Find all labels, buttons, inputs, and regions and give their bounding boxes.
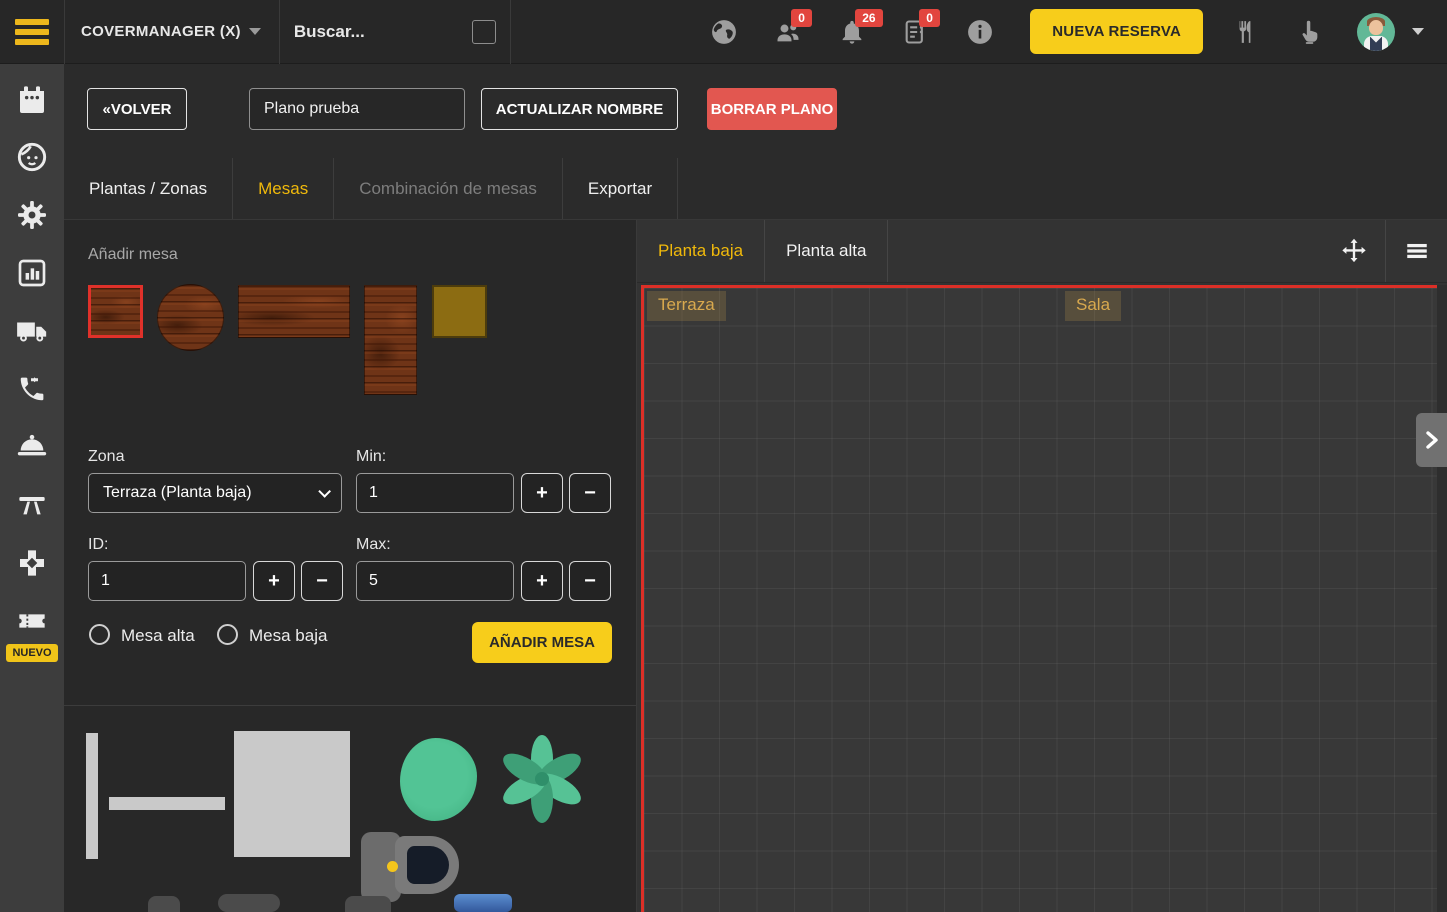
tab-combinacion-mesas[interactable]: Combinación de mesas: [334, 158, 563, 219]
user-avatar[interactable]: [1357, 13, 1395, 51]
delete-plan-button[interactable]: BORRAR PLANO: [707, 88, 837, 130]
notifications-bell-icon[interactable]: 26: [837, 17, 867, 47]
sidebar-item-ticket-icon[interactable]: [0, 592, 64, 650]
wall-horizontal[interactable]: [109, 797, 225, 810]
tab-mesas[interactable]: Mesas: [233, 158, 334, 219]
zone-label-sala[interactable]: Sala: [1065, 291, 1121, 321]
floor-plan-canvas[interactable]: Terraza Sala: [641, 285, 1437, 912]
new-reservation-button[interactable]: NUEVA RESERVA: [1030, 9, 1203, 54]
tab-exportar[interactable]: Exportar: [563, 158, 678, 219]
radio-mesa-baja-label[interactable]: Mesa baja: [249, 626, 327, 646]
hand-pointer-icon[interactable]: [1294, 17, 1324, 47]
tab-plantas-zonas[interactable]: Plantas / Zonas: [64, 158, 233, 219]
back-button[interactable]: «VOLVER: [87, 88, 187, 130]
chevron-down-icon: [318, 485, 331, 498]
plant-bush[interactable]: [400, 738, 477, 821]
max-input[interactable]: [356, 561, 514, 601]
id-label: ID:: [88, 536, 108, 554]
zona-select[interactable]: Terraza (Planta baja): [88, 473, 342, 513]
globe-icon[interactable]: [709, 17, 739, 47]
plan-name-input[interactable]: [249, 88, 465, 130]
sidebar-item-phone-call-icon[interactable]: [0, 360, 64, 418]
id-input[interactable]: [88, 561, 246, 601]
table-shape-square-selected[interactable]: [88, 285, 143, 338]
top-bar: COVERMANAGER (X) 0 26 0: [0, 0, 1447, 64]
add-table-button[interactable]: AÑADIR MESA: [472, 622, 612, 663]
palette-item-partial[interactable]: [148, 896, 180, 912]
max-label: Max:: [356, 536, 391, 554]
zone-label-terraza[interactable]: Terraza: [647, 291, 726, 321]
search-checkbox[interactable]: [472, 20, 496, 44]
plant-flower[interactable]: [496, 732, 588, 829]
add-table-title: Añadir mesa: [88, 246, 178, 264]
add-table-panel: Añadir mesa Zona Terraza (Planta baja) M…: [64, 220, 637, 912]
table-shape-circle[interactable]: [157, 284, 224, 351]
tab-planta-baja[interactable]: Planta baja: [637, 220, 765, 282]
sidebar-item-tables-icon[interactable]: [0, 476, 64, 534]
radio-mesa-baja[interactable]: [217, 624, 238, 645]
waitlist-icon[interactable]: 0: [901, 17, 931, 47]
search-input[interactable]: [294, 22, 444, 42]
sidebar-item-settings-gear-icon[interactable]: [0, 186, 64, 244]
palette-item-partial[interactable]: [345, 896, 391, 912]
tab-planta-alta[interactable]: Planta alta: [765, 220, 888, 282]
table-shape-olive-square[interactable]: [432, 285, 487, 338]
restaurant-switcher[interactable]: COVERMANAGER (X): [65, 23, 279, 40]
waitlist-badge: 0: [919, 9, 940, 27]
table-shape-tall-rect[interactable]: [364, 285, 417, 395]
table-shape-wide-rect[interactable]: [238, 285, 350, 338]
sidebar-item-calendar-icon[interactable]: [0, 70, 64, 128]
min-label: Min:: [356, 448, 386, 466]
main-content: «VOLVER ACTUALIZAR NOMBRE BORRAR PLANO P…: [64, 64, 1447, 912]
floor-block[interactable]: [234, 731, 350, 857]
wall-vertical[interactable]: [86, 733, 98, 859]
max-increment-button[interactable]: +: [521, 561, 563, 601]
radio-mesa-alta[interactable]: [89, 624, 110, 645]
account-menu-caret[interactable]: [1403, 17, 1433, 47]
chevron-down-icon: [249, 28, 261, 35]
id-increment-button[interactable]: +: [253, 561, 295, 601]
sidebar-item-stats-chart-icon[interactable]: [0, 244, 64, 302]
sidebar-item-delivery-truck-icon[interactable]: [0, 302, 64, 360]
radio-mesa-alta-label[interactable]: Mesa alta: [121, 626, 195, 646]
canvas-area: Terraza Sala: [637, 283, 1447, 912]
brand-label: COVERMANAGER (X): [81, 23, 241, 40]
max-decrement-button[interactable]: −: [569, 561, 611, 601]
sidebar-item-integrations-icon[interactable]: [0, 534, 64, 592]
plan-tabs: Plantas / Zonas Mesas Combinación de mes…: [64, 158, 1447, 220]
new-feature-badge: NUEVO: [6, 644, 57, 662]
min-input[interactable]: [356, 473, 514, 513]
divider: [64, 705, 637, 706]
sidebar-item-cloche-icon[interactable]: [0, 418, 64, 476]
toilet-fixture[interactable]: [361, 828, 461, 906]
floor-plan-panel: Planta baja Planta alta Terraza S: [637, 220, 1447, 912]
sidebar-item-customer-face-icon[interactable]: [0, 128, 64, 186]
floor-menu-icon[interactable]: [1385, 220, 1447, 282]
hamburger-menu-icon[interactable]: [0, 0, 64, 64]
guests-icon[interactable]: 0: [773, 17, 803, 47]
sidebar: NUEVO: [0, 64, 64, 912]
floor-toolbar: Planta baja Planta alta: [637, 220, 1447, 283]
palette-item-partial-blue[interactable]: [454, 894, 512, 912]
restaurant-cutlery-icon[interactable]: [1230, 17, 1260, 47]
move-tool-icon[interactable]: [1323, 220, 1385, 282]
id-decrement-button[interactable]: −: [301, 561, 343, 601]
panel-edge: [1437, 285, 1447, 912]
guests-badge: 0: [791, 9, 812, 27]
notifications-badge: 26: [855, 9, 882, 27]
min-decrement-button[interactable]: −: [569, 473, 611, 513]
zona-label: Zona: [88, 448, 124, 466]
plan-header: «VOLVER ACTUALIZAR NOMBRE BORRAR PLANO: [64, 64, 1447, 158]
update-name-button[interactable]: ACTUALIZAR NOMBRE: [481, 88, 678, 130]
min-increment-button[interactable]: +: [521, 473, 563, 513]
search-box: [280, 20, 510, 44]
zona-selected-value: Terraza (Planta baja): [103, 484, 252, 502]
info-icon[interactable]: [965, 17, 995, 47]
divider: [510, 0, 511, 64]
palette-item-partial[interactable]: [218, 894, 280, 912]
expand-panel-chevron[interactable]: [1416, 413, 1447, 467]
